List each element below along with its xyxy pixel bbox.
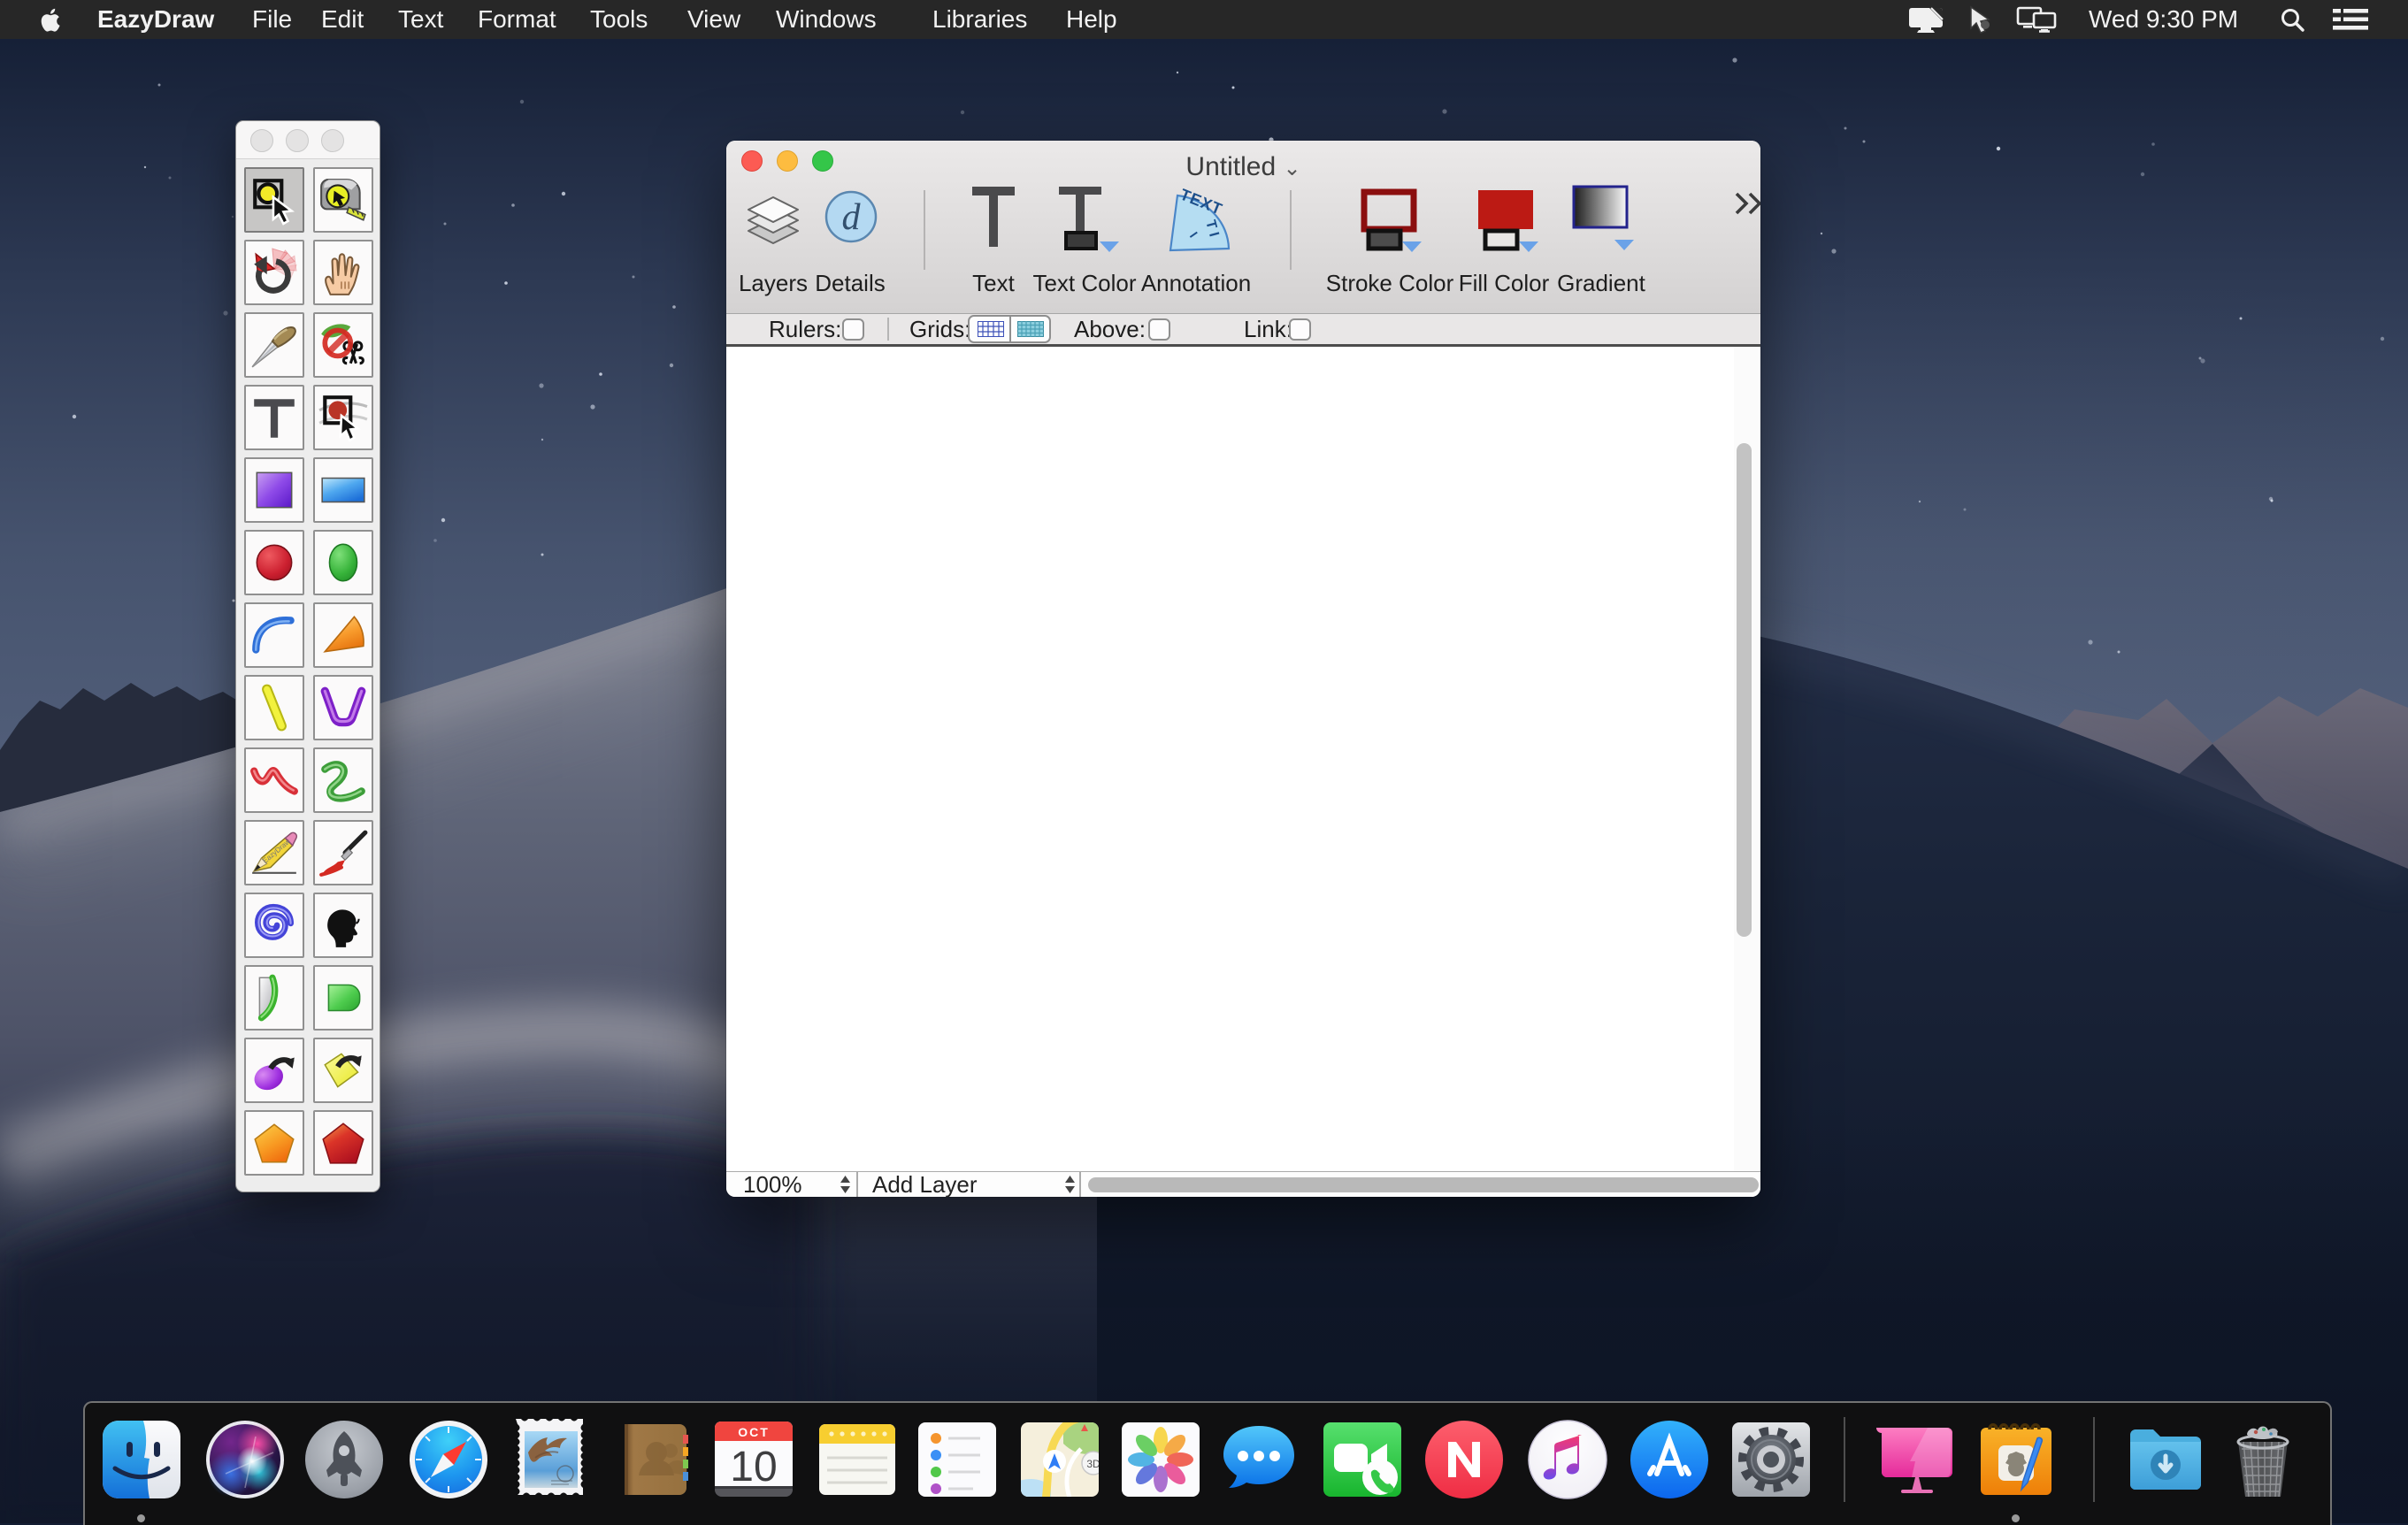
svg-text:10: 10 [730, 1444, 777, 1491]
svg-text:d: d [842, 197, 862, 238]
svg-text:3D: 3D [1086, 1458, 1100, 1470]
svg-text:OCT: OCT [738, 1425, 770, 1439]
